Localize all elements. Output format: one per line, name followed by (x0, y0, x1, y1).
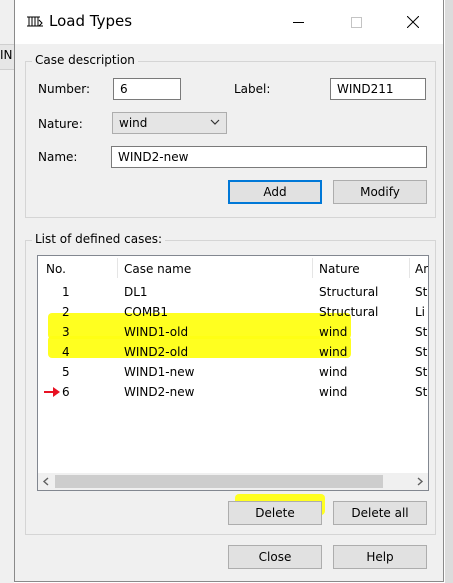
row-case-name: WIND1-old (124, 325, 189, 339)
row-case-name: COMB1 (124, 305, 169, 319)
column-header-an[interactable]: An (415, 262, 428, 276)
nature-label: Nature: (38, 117, 83, 131)
help-button[interactable]: Help (333, 545, 427, 569)
table-row[interactable]: 2 COMB1 Structural Li (38, 302, 428, 322)
background-app-text: IN (0, 48, 13, 62)
table-row[interactable]: 5 WIND1-new wind St (38, 362, 428, 382)
column-divider[interactable] (409, 258, 410, 278)
row-an: St (415, 345, 428, 359)
scrollbar-thumb[interactable] (55, 475, 383, 488)
row-case-name: DL1 (124, 285, 148, 299)
table-row[interactable]: 1 DL1 Structural St (38, 282, 428, 302)
maximize-button[interactable] (336, 0, 376, 44)
row-no: 6 (62, 385, 70, 399)
column-header-no[interactable]: No. (46, 262, 66, 276)
table-row[interactable]: 3 WIND1-old wind St (38, 322, 428, 342)
nature-selected-value: wind (119, 116, 148, 130)
name-label: Name: (38, 150, 78, 164)
row-an: St (415, 365, 428, 379)
column-header-case-name[interactable]: Case name (124, 262, 191, 276)
row-nature: Structural (319, 305, 379, 319)
row-case-name: WIND2-old (124, 345, 189, 359)
load-types-app-icon (27, 16, 43, 27)
row-an: St (415, 385, 428, 399)
table-row[interactable]: 6 WIND2-new wind St (38, 382, 428, 402)
row-nature: wind (319, 385, 348, 399)
nature-select[interactable]: wind (112, 112, 227, 134)
label-label: Label: (234, 82, 271, 96)
window-title: Load Types (49, 12, 133, 30)
background-app-right (445, 0, 453, 583)
background-app-left (0, 0, 14, 583)
row-case-name: WIND1-new (124, 365, 195, 379)
row-nature: wind (319, 365, 348, 379)
minimize-button[interactable] (278, 0, 318, 44)
table-row[interactable]: 4 WIND2-old wind St (38, 342, 428, 362)
row-an: St (415, 285, 428, 299)
column-divider[interactable] (117, 258, 118, 278)
delete-button[interactable]: Delete (228, 501, 322, 525)
row-no: 3 (62, 325, 70, 339)
row-an: Li (415, 305, 426, 319)
row-nature: wind (319, 345, 348, 359)
name-field[interactable]: WIND2-new (111, 146, 427, 168)
row-no: 2 (62, 305, 70, 319)
row-no: 5 (62, 365, 70, 379)
minimize-icon (292, 21, 304, 23)
chevron-down-icon (210, 119, 220, 125)
cases-list[interactable]: No. Case name Nature An 1 DL1 Structural… (37, 255, 429, 491)
defined-cases-legend: List of defined cases: (32, 232, 166, 246)
row-nature: Structural (319, 285, 379, 299)
current-case-arrow-icon (44, 387, 60, 397)
scroll-left-icon[interactable] (42, 477, 50, 486)
column-divider[interactable] (312, 258, 313, 278)
row-nature: wind (319, 325, 348, 339)
add-button[interactable]: Add (228, 180, 322, 204)
cases-list-header: No. Case name Nature An (38, 256, 428, 280)
number-field[interactable]: 6 (113, 78, 181, 100)
column-header-nature[interactable]: Nature (319, 262, 360, 276)
row-no: 1 (62, 285, 70, 299)
row-an: St (415, 325, 428, 339)
horizontal-scrollbar[interactable] (38, 473, 428, 490)
modify-button[interactable]: Modify (333, 180, 427, 204)
title-bar[interactable]: Load Types (15, 0, 443, 44)
maximize-icon (350, 16, 362, 28)
close-window-button[interactable] (393, 0, 433, 44)
row-no: 4 (62, 345, 70, 359)
close-icon (407, 16, 419, 28)
delete-all-button[interactable]: Delete all (333, 501, 427, 525)
case-description-legend: Case description (32, 53, 138, 67)
row-case-name: WIND2-new (124, 385, 195, 399)
close-button[interactable]: Close (228, 545, 322, 569)
label-field[interactable]: WIND211 (330, 78, 426, 100)
number-label: Number: (38, 82, 91, 96)
load-types-dialog: Load Types Case description Number: 6 La… (14, 0, 444, 582)
scroll-right-icon[interactable] (416, 477, 424, 486)
